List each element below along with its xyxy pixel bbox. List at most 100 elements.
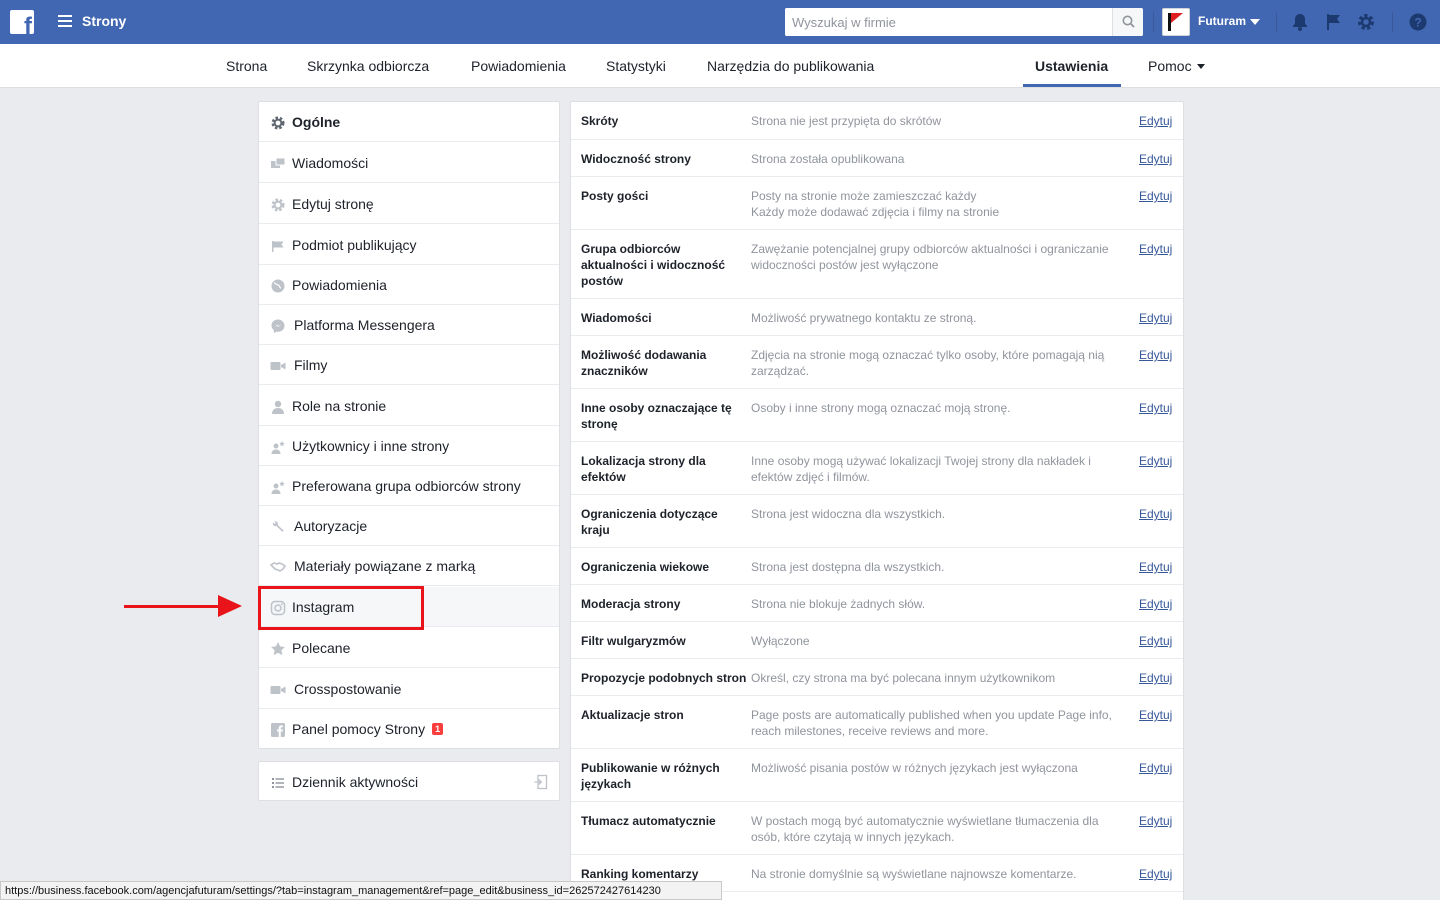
edit-link[interactable]: Edytuj [1139, 596, 1172, 612]
sidebar-item-platforma-messengera[interactable]: Platforma Messengera [259, 305, 559, 345]
edit-link[interactable]: Edytuj [1139, 559, 1172, 575]
edit-link[interactable]: Edytuj [1139, 310, 1172, 326]
sidebar-item-label: Edytuj stronę [292, 196, 374, 212]
sidebar-item-label: Podmiot publikujący [292, 237, 417, 253]
flag-icon[interactable] [1324, 12, 1344, 32]
edit-link[interactable]: Edytuj [1139, 707, 1172, 723]
settings-row-filtr-wulgaryzmow: Filtr wulgaryzmów Wyłączone Edytuj [571, 622, 1183, 659]
edit-link[interactable]: Edytuj [1139, 400, 1172, 416]
sidebar-item-uzytkownicy[interactable]: Użytkownicy i inne strony [259, 426, 559, 466]
sidebar-item-label: Autoryzacje [294, 518, 368, 534]
setting-description: Strona została opublikowana [751, 152, 905, 166]
sidebar-item-label: Crosspostowanie [294, 681, 402, 697]
tab-skrzynka-odbiorcza[interactable]: Skrzynka odbiorcza [307, 58, 429, 74]
sidebar-item-powiadomienia[interactable]: Powiadomienia [259, 265, 559, 305]
setting-label: Tłumacz automatycznie [581, 814, 716, 828]
tab-narzedzia[interactable]: Narzędzia do publikowania [707, 58, 874, 74]
sidebar-item-polecane[interactable]: Polecane [259, 628, 559, 668]
sidebar-item-label: Preferowana grupa odbiorców strony [292, 478, 521, 494]
setting-label: Lokalizacja strony dla efektów [581, 454, 706, 484]
tab-powiadomienia[interactable]: Powiadomienia [471, 58, 566, 74]
tab-pomoc[interactable]: Pomoc [1148, 58, 1192, 74]
setting-description: Wyłączone [751, 634, 810, 648]
setting-label: Możliwość dodawania znaczników [581, 348, 707, 378]
sidebar-item-filmy[interactable]: Filmy [259, 345, 559, 385]
top-bar-title[interactable]: Strony [82, 13, 126, 29]
sidebar-item-role-na-stronie[interactable]: Role na stronie [259, 386, 559, 426]
person-star-icon [271, 441, 285, 454]
setting-description: Możliwość pisania postów w różnych język… [751, 761, 1078, 775]
tab-strona[interactable]: Strona [226, 58, 267, 74]
gear-icon[interactable] [1356, 12, 1376, 32]
settings-sidebar: Ogólne Wiadomości Edytuj stronę Podmiot … [258, 101, 560, 749]
setting-description: Strona nie jest przypięta do skrótów [751, 114, 942, 128]
activity-log-link[interactable]: Dziennik aktywności [258, 761, 560, 801]
sidebar-item-label: Filmy [294, 357, 328, 373]
sidebar-item-panel-pomocy[interactable]: Panel pomocy Strony 1 [259, 709, 559, 749]
setting-description: Na stronie domyślnie są wyświetlane najn… [751, 867, 1077, 881]
setting-label: Widoczność strony [581, 152, 691, 166]
setting-description: Możliwość prywatnego kontaktu ze stroną. [751, 311, 977, 325]
search-box [785, 8, 1143, 36]
edit-link[interactable]: Edytuj [1139, 866, 1172, 882]
bell-icon[interactable] [1290, 12, 1310, 32]
settings-row-ograniczenia-kraju: Ograniczenia dotyczące kraju Strona jest… [571, 495, 1183, 548]
sidebar-item-wiadomosci[interactable]: Wiadomości [259, 143, 559, 183]
sidebar-item-edytuj-strone[interactable]: Edytuj stronę [259, 184, 559, 224]
sidebar-item-label: Użytkownicy i inne strony [292, 438, 450, 454]
messages-icon [271, 157, 286, 168]
sidebar-item-ogolne[interactable]: Ogólne [259, 102, 559, 142]
settings-row-publikowanie-jezyki: Publikowanie w różnych językach Możliwoś… [571, 749, 1183, 802]
sidebar-item-label: Polecane [292, 640, 351, 656]
edit-link[interactable]: Edytuj [1139, 241, 1172, 257]
setting-description: Określ, czy strona ma być polecana innym… [751, 671, 1056, 685]
annotation-arrow-head [218, 595, 242, 617]
settings-row-lokalizacja: Lokalizacja strony dla efektów Inne osob… [571, 442, 1183, 495]
setting-description: W postach mogą być automatycznie wyświet… [751, 814, 1099, 844]
facebook-icon [271, 723, 285, 737]
edit-link[interactable]: Edytuj [1139, 506, 1172, 522]
chevron-down-icon [1197, 64, 1205, 69]
gear-icon [271, 116, 285, 130]
setting-description: Strona jest widoczna dla wszystkich. [751, 507, 946, 521]
sidebar-item-crosspostowanie[interactable]: Crosspostowanie [259, 669, 559, 709]
tab-statystyki[interactable]: Statystyki [606, 58, 666, 74]
gear-icon [271, 198, 285, 212]
edit-link[interactable]: Edytuj [1139, 113, 1172, 129]
setting-description: Strona nie blokuje żadnych słów. [751, 597, 926, 611]
edit-link[interactable]: Edytuj [1139, 670, 1172, 686]
edit-link[interactable]: Edytuj [1139, 813, 1172, 829]
edit-link[interactable]: Edytuj [1139, 347, 1172, 363]
settings-row-propozycje: Propozycje podobnych stron Określ, czy s… [571, 659, 1183, 696]
tab-ustawienia[interactable]: Ustawienia [1035, 58, 1108, 74]
top-bar: f Strony Futuram ? [0, 0, 1440, 44]
edit-link[interactable]: Edytuj [1139, 760, 1172, 776]
help-icon[interactable]: ? [1408, 12, 1428, 32]
setting-label: Propozycje podobnych stron [581, 671, 747, 685]
edit-link[interactable]: Edytuj [1139, 633, 1172, 649]
search-button[interactable] [1112, 8, 1143, 36]
svg-text:?: ? [1414, 16, 1421, 30]
sidebar-item-preferowana-grupa[interactable]: Preferowana grupa odbiorców strony [259, 466, 559, 506]
facebook-logo-icon[interactable]: f [10, 10, 34, 34]
sidebar-item-label: Powiadomienia [292, 277, 387, 293]
edit-link[interactable]: Edytuj [1139, 151, 1172, 167]
setting-label: Moderacja strony [581, 597, 681, 611]
browser-status-url: https://business.facebook.com/agencjafut… [0, 881, 722, 900]
search-input[interactable] [785, 8, 1112, 36]
sidebar-item-materialy-marka[interactable]: Materiały powiązane z marką [259, 546, 559, 586]
edit-link[interactable]: Edytuj [1139, 188, 1172, 204]
settings-row-inne-osoby: Inne osoby oznaczające tę stronę Osoby i… [571, 389, 1183, 442]
list-icon [272, 778, 284, 788]
page-nav: Strona Skrzynka odbiorcza Powiadomienia … [0, 44, 1440, 88]
sidebar-item-autoryzacje[interactable]: Autoryzacje [259, 506, 559, 546]
sidebar-item-label: Platforma Messengera [294, 317, 435, 333]
video-camera-icon [270, 362, 286, 370]
edit-link[interactable]: Edytuj [1139, 453, 1172, 469]
top-divider [1153, 12, 1154, 32]
hamburger-menu-icon[interactable] [58, 15, 72, 27]
settings-row-wiadomosci: Wiadomości Możliwość prywatnego kontaktu… [571, 299, 1183, 336]
setting-label: Skróty [581, 114, 619, 128]
setting-label: Ograniczenia dotyczące kraju [581, 507, 718, 537]
sidebar-item-podmiot-publikujacy[interactable]: Podmiot publikujący [259, 225, 559, 265]
